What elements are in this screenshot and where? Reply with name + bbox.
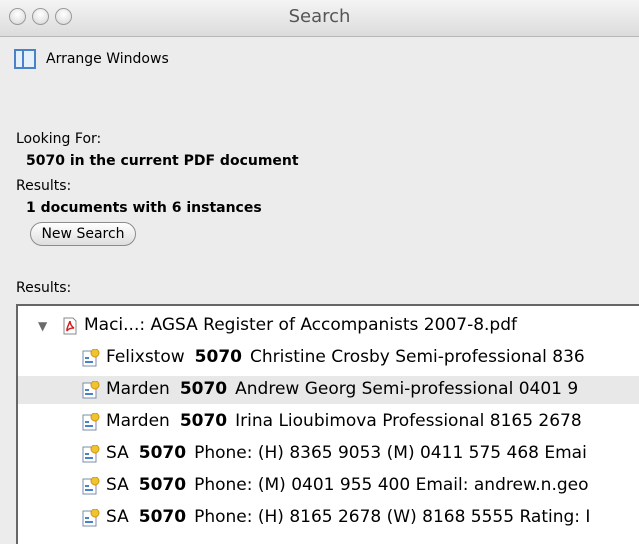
document-row[interactable]: ▼ Maci...: AGSA Register of Accompanists… xyxy=(18,312,639,340)
result-location: Marden xyxy=(106,411,170,431)
result-row[interactable]: SA 5070 Phone: (M) 0401 955 400 Email: and… xyxy=(18,472,639,500)
looking-for-label: Looking For: xyxy=(16,131,102,147)
result-row[interactable]: SA 5070 Phone: (H) 8165 2678 (W) 8168 5555… xyxy=(18,504,639,532)
results-summary-value: 1 documents with 6 instances xyxy=(26,200,262,216)
result-context: Irina Lioubimova Professional 8165 2678 xyxy=(235,411,582,431)
result-match-term: 5070 xyxy=(179,411,228,431)
result-row[interactable]: Marden 5070 Andrew Georg Semi-professional… xyxy=(18,376,639,404)
pdf-document-icon xyxy=(63,317,77,335)
result-context: Phone: (H) 8165 2678 (W) 8168 5555 Ratin… xyxy=(194,507,591,527)
result-match-term: 5070 xyxy=(138,443,187,463)
result-row[interactable]: Marden 5070 Irina Lioubimova Professional … xyxy=(18,408,639,436)
arrange-windows-icon xyxy=(14,49,36,69)
result-location: Felixstow xyxy=(106,347,185,367)
window-title: Search xyxy=(288,6,351,27)
result-text: Felixstow 5070 Christine Crosby Semi-profe… xyxy=(106,347,585,367)
result-match-term: 5070 xyxy=(138,507,187,527)
search-hit-icon xyxy=(82,509,100,527)
results-summary-label: Results: xyxy=(16,178,72,194)
new-search-button[interactable]: New Search xyxy=(30,222,136,246)
disclosure-triangle-icon[interactable]: ▼ xyxy=(38,319,47,333)
result-location: SA xyxy=(106,475,129,495)
result-match-term: 5070 xyxy=(138,475,187,495)
results-list[interactable]: ▼ Maci...: AGSA Register of Accompanists… xyxy=(16,304,639,544)
search-hit-icon xyxy=(82,477,100,495)
result-context: Phone: (M) 0401 955 400 Email: andrew.n.… xyxy=(194,475,589,495)
search-hit-icon xyxy=(82,445,100,463)
result-location: SA xyxy=(106,507,129,527)
search-hit-icon xyxy=(82,381,100,399)
arrange-windows-label: Arrange Windows xyxy=(46,51,169,67)
result-location: Marden xyxy=(106,379,170,399)
result-text: SA 5070 Phone: (H) 8365 9053 (M) 0411 575 … xyxy=(106,443,587,463)
result-text: Marden 5070 Andrew Georg Semi-professional… xyxy=(106,379,578,399)
looking-for-value: 5070 in the current PDF document xyxy=(26,153,299,169)
result-context: Christine Crosby Semi-professional 836 xyxy=(249,347,585,367)
result-match-term: 5070 xyxy=(194,347,242,367)
result-context: Phone: (H) 8365 9053 (M) 0411 575 468 Em… xyxy=(194,443,587,463)
result-location: SA xyxy=(106,443,129,463)
result-row[interactable]: SA 5070 Phone: (H) 8365 9053 (M) 0411 575 … xyxy=(18,440,639,468)
search-hit-icon xyxy=(82,349,100,367)
result-match-term: 5070 xyxy=(179,379,228,399)
document-name: Maci...: AGSA Register of Accompanists 2… xyxy=(84,315,517,335)
title-bar: Search xyxy=(0,0,639,37)
result-row[interactable]: Felixstow 5070 Christine Crosby Semi-profe… xyxy=(18,344,639,372)
arrange-windows-button[interactable]: Arrange Windows xyxy=(14,47,169,71)
results-list-label: Results: xyxy=(16,280,72,296)
search-hit-icon xyxy=(82,413,100,431)
result-text: SA 5070 Phone: (H) 8165 2678 (W) 8168 5555… xyxy=(106,507,590,527)
result-context: Andrew Georg Semi-professional 0401 9 xyxy=(235,379,579,399)
result-text: SA 5070 Phone: (M) 0401 955 400 Email: and… xyxy=(106,475,589,495)
result-text: Marden 5070 Irina Lioubimova Professional … xyxy=(106,411,582,431)
